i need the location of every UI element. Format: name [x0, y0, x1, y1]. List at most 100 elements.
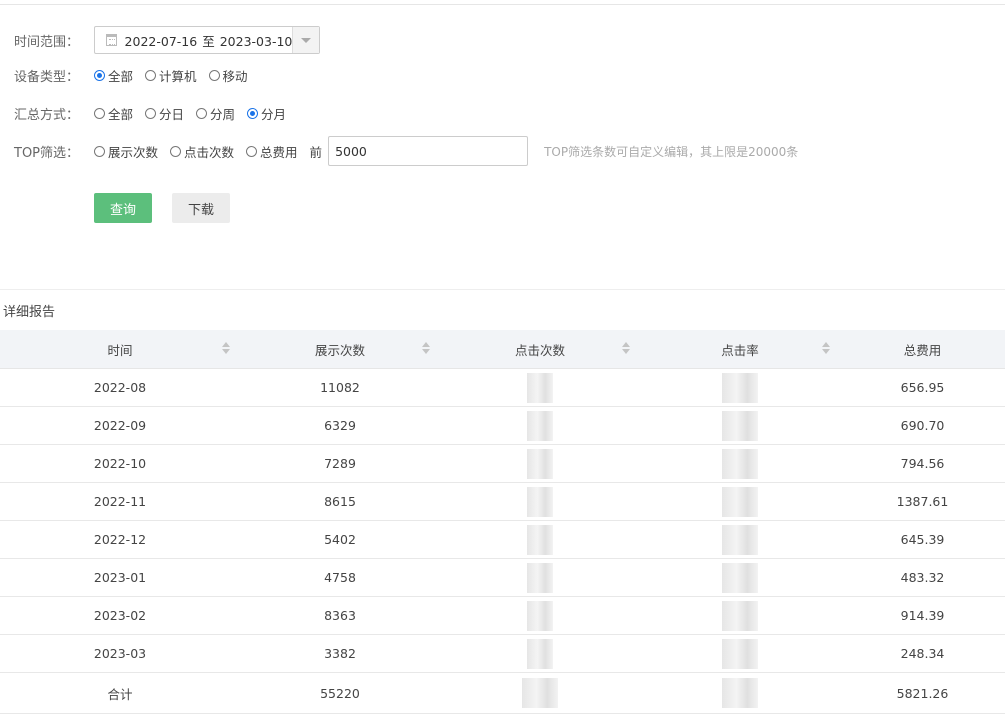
date-range-picker[interactable]: 2022-07-16 至 2023-03-10 [94, 26, 320, 54]
top-filter-hint: TOP筛选条数可自定义编辑，其上限是20000条 [544, 144, 799, 159]
redacted-value [527, 486, 553, 517]
column-header-cost[interactable]: 总费用 [840, 330, 1005, 369]
cell-ctr [640, 558, 840, 597]
summary-radio-monthly-label: 分月 [261, 106, 287, 122]
cell-time: 2023-02 [0, 596, 240, 635]
cell-ctr [640, 634, 840, 673]
table-row: 2023-02 8363 914.39 [0, 596, 1005, 635]
top-filter-label: TOP筛选： [14, 145, 80, 161]
column-header-clicks[interactable]: 点击次数 [440, 330, 640, 369]
cell-time: 2022-10 [0, 444, 240, 483]
cell-time: 2022-08 [0, 368, 240, 407]
date-dropdown-toggle[interactable] [292, 27, 319, 53]
cell-clicks [440, 596, 640, 635]
top-radio-clicks[interactable]: 点击次数 [170, 142, 234, 161]
date-separator: 至 [202, 33, 215, 49]
radio-checked-icon [247, 107, 259, 119]
total-cost: 5821.26 [840, 672, 1005, 714]
device-radio-all-label: 全部 [108, 68, 134, 84]
device-radio-all[interactable]: 全部 [94, 66, 133, 85]
query-button[interactable]: 查询 [94, 193, 152, 223]
summary-radio-all-label: 全部 [108, 106, 134, 122]
cell-clicks [440, 634, 640, 673]
cell-impressions: 4758 [240, 558, 440, 597]
table-row: 2022-12 5402 645.39 [0, 520, 1005, 559]
date-range-text: 2022-07-16 至 2023-03-10 [125, 31, 293, 50]
summary-radio-daily-label: 分日 [159, 106, 185, 122]
table-row: 2023-01 4758 483.32 [0, 558, 1005, 597]
cell-time: 2022-12 [0, 520, 240, 559]
cell-cost: 645.39 [840, 520, 1005, 559]
redacted-value [722, 562, 758, 593]
device-radio-mobile-label: 移动 [222, 68, 248, 84]
cell-ctr [640, 444, 840, 483]
cell-cost: 690.70 [840, 406, 1005, 445]
summary-mode-label: 汇总方式： [14, 107, 80, 123]
cell-time: 2023-03 [0, 634, 240, 673]
sort-icon[interactable] [622, 342, 630, 356]
column-header-ctr[interactable]: 点击率 [640, 330, 840, 369]
cell-ctr [640, 482, 840, 521]
radio-icon [170, 145, 182, 157]
report-table: 时间 展示次数 点击次数 点击率 总费用 2022-08 11082 656.9… [0, 330, 1005, 714]
summary-radio-weekly[interactable]: 分周 [196, 104, 235, 123]
report-title: 详细报告 [3, 305, 56, 320]
redacted-value [722, 448, 758, 479]
cell-clicks [440, 406, 640, 445]
cell-impressions: 6329 [240, 406, 440, 445]
column-header-time[interactable]: 时间 [0, 330, 240, 369]
column-header-clicks-label: 点击次数 [514, 342, 565, 358]
date-start: 2022-07-16 [124, 33, 198, 49]
cell-clicks [440, 444, 640, 483]
section-divider [0, 289, 1005, 290]
cell-cost: 248.34 [840, 634, 1005, 673]
device-radio-computer[interactable]: 计算机 [145, 66, 197, 85]
redacted-value [722, 600, 758, 631]
cell-cost: 656.95 [840, 368, 1005, 407]
summary-radio-monthly[interactable]: 分月 [247, 104, 286, 123]
redacted-value [527, 638, 553, 669]
total-clicks [440, 672, 640, 714]
sort-icon[interactable] [422, 342, 430, 356]
redacted-value [722, 524, 758, 555]
time-range-row: 时间范围： 2022-07-16 至 2023-03-10 [14, 25, 320, 55]
sort-icon[interactable] [222, 342, 230, 356]
redacted-value [527, 448, 553, 479]
top-radio-cost[interactable]: 总费用 [246, 142, 298, 161]
cell-impressions: 7289 [240, 444, 440, 483]
chevron-down-icon [301, 37, 312, 43]
download-button[interactable]: 下载 [172, 193, 230, 223]
column-header-ctr-label: 点击率 [721, 342, 759, 358]
device-radio-computer-label: 计算机 [159, 68, 197, 84]
date-end: 2023-03-10 [219, 33, 293, 49]
radio-icon [246, 145, 258, 157]
radio-icon [145, 69, 157, 81]
top-radio-impressions-label: 展示次数 [108, 144, 159, 160]
radio-icon [208, 69, 220, 81]
total-impressions: 55220 [240, 672, 440, 714]
top-radio-impressions[interactable]: 展示次数 [94, 142, 158, 161]
device-radio-mobile[interactable]: 移动 [208, 66, 248, 85]
redacted-value [722, 638, 758, 669]
device-type-row: 设备类型： 全部 计算机 移动 [14, 60, 260, 90]
cell-clicks [440, 482, 640, 521]
top-radio-cost-label: 总费用 [260, 144, 298, 160]
redacted-value [722, 372, 758, 403]
cell-ctr [640, 596, 840, 635]
total-label: 合计 [0, 672, 240, 714]
cell-impressions: 8615 [240, 482, 440, 521]
cell-clicks [440, 558, 640, 597]
sort-icon[interactable] [822, 342, 830, 356]
top-count-input[interactable] [328, 136, 529, 166]
summary-radio-weekly-label: 分周 [210, 106, 236, 122]
cell-cost: 914.39 [840, 596, 1005, 635]
redacted-value [527, 600, 553, 631]
redacted-value [527, 562, 553, 593]
column-header-impressions-label: 展示次数 [314, 342, 365, 358]
summary-radio-daily[interactable]: 分日 [145, 104, 184, 123]
time-range-label: 时间范围： [14, 34, 80, 50]
total-ctr [640, 672, 840, 714]
cell-impressions: 5402 [240, 520, 440, 559]
column-header-impressions[interactable]: 展示次数 [240, 330, 440, 369]
summary-radio-all[interactable]: 全部 [94, 104, 133, 123]
